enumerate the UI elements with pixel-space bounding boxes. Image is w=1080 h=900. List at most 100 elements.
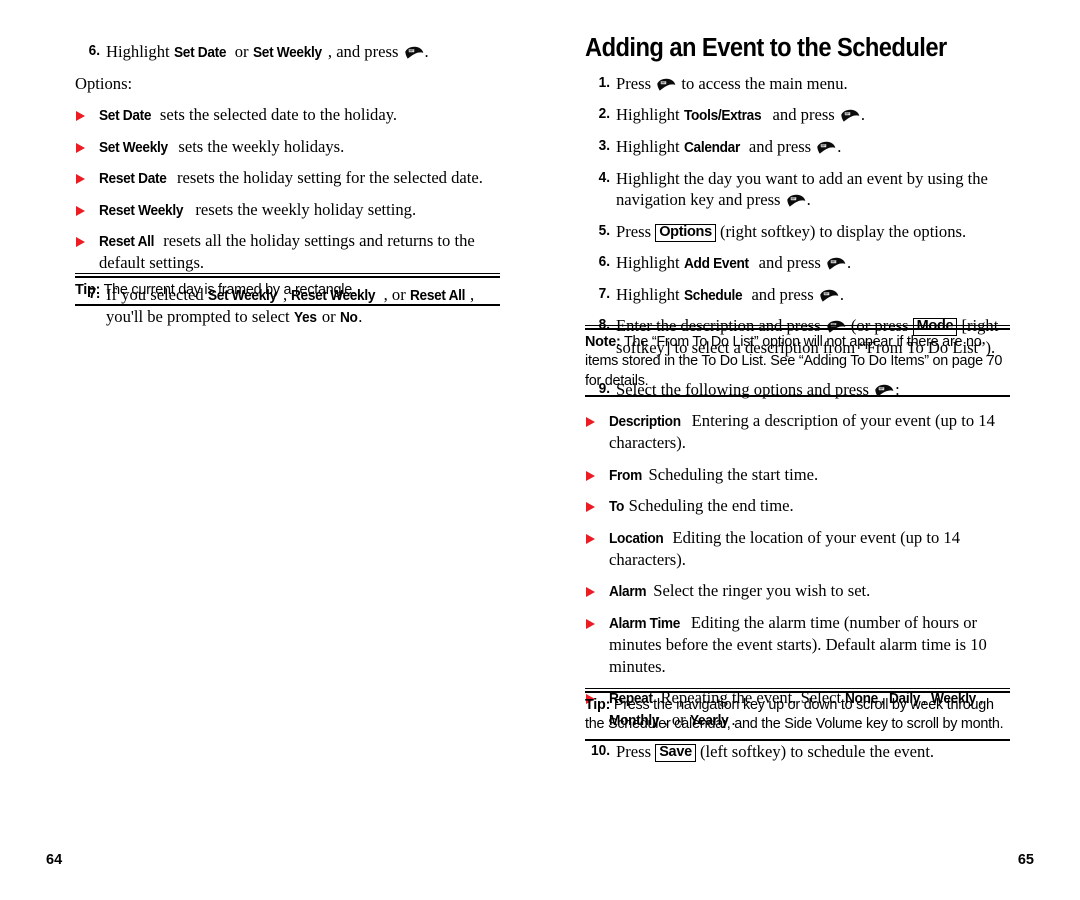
option-term: Set Date — [99, 106, 152, 124]
phone-select-key-icon — [404, 43, 424, 59]
option-desc: Scheduling the start time. — [644, 464, 819, 484]
step-text-mid: and press — [754, 253, 826, 273]
triangle-bullet-icon — [76, 205, 85, 216]
step-text-end: . — [860, 105, 866, 125]
option-term: Set Weekly — [99, 138, 168, 156]
ui-term-yes: Yes — [293, 308, 317, 326]
right-option-item: To Scheduling the end time. — [585, 495, 1010, 517]
step-text-end: . — [806, 190, 811, 210]
option-desc: resets the holiday setting for the selec… — [172, 168, 483, 188]
step-text: Press Save (left softkey) to schedule th… — [616, 741, 935, 763]
right-option-item: Location Editing the location of your ev… — [585, 527, 1010, 571]
step-number: 5. — [598, 221, 610, 239]
option-desc: Scheduling the end time. — [624, 496, 794, 516]
callout-label: Tip: — [585, 697, 611, 713]
step-text-pre: Select the following options and press — [616, 380, 874, 399]
right-step-5: 5. Press Options (right softkey) to disp… — [585, 221, 1010, 243]
right-option-item: Alarm Time Editing the alarm time (numbe… — [585, 612, 1010, 678]
left-option-item: Set Weekly sets the weekly holidays. — [75, 136, 500, 158]
triangle-bullet-icon — [586, 417, 595, 428]
page-number-left: 64 — [46, 852, 63, 868]
step-text-pre: Highlight — [106, 42, 174, 61]
right-step-4: 4. Highlight the day you want to add an … — [585, 168, 1010, 212]
option-desc: resets the weekly holiday setting. — [191, 199, 417, 219]
softkey-save-button[interactable]: Save — [655, 743, 696, 763]
step-text-pre: Highlight — [616, 136, 684, 156]
tip-callout-left: Tip: The current day is framed by a rect… — [75, 272, 500, 307]
option-term: From — [609, 466, 642, 484]
step-text-pre: Press — [616, 74, 656, 94]
right-option-item: Alarm Select the ringer you wish to set. — [585, 580, 1010, 602]
step-number: 9. — [598, 380, 610, 397]
callout-text: The current day is framed by a rectangle… — [100, 282, 356, 298]
step-text: Highlight Calendar and press . — [616, 137, 841, 156]
phone-select-key-icon — [874, 381, 894, 397]
phone-select-key-icon — [840, 106, 860, 123]
right-step-6: 6. Highlight Add Event and press . — [585, 252, 1010, 274]
step-number: 1. — [598, 74, 610, 92]
triangle-bullet-icon — [76, 142, 85, 153]
option-term: Reset Weekly — [99, 201, 184, 219]
triangle-bullet-icon — [76, 110, 85, 121]
triangle-bullet-icon — [76, 237, 85, 248]
step-text-mid: and press — [744, 136, 816, 156]
option-term: Reset Date — [99, 170, 167, 188]
triangle-bullet-icon — [586, 618, 595, 629]
step-text-post: (left softkey) to schedule the event. — [695, 741, 935, 761]
right-page-content: Adding an Event to the Scheduler 1. Pres… — [585, 34, 1010, 369]
step-text-post: (right softkey) to display the options. — [715, 221, 967, 241]
manual-page-spread: 6. Highlight Set Date or Set Weekly , and… — [0, 0, 1080, 900]
options-label: Options: — [75, 73, 133, 93]
step-text-end: . — [839, 284, 844, 304]
step-text-pre: Highlight — [616, 284, 684, 304]
step-text-mid: or — [230, 42, 253, 61]
callout-label: Tip: — [75, 282, 101, 298]
page-number-right: 65 — [1017, 852, 1034, 868]
ui-term-no: No — [339, 308, 358, 326]
option-term: To — [609, 498, 625, 516]
step-number: 4. — [598, 168, 610, 186]
step-text: Highlight the day you want to add an eve… — [616, 169, 988, 210]
left-option-item: Reset Weekly resets the weekly holiday s… — [75, 199, 500, 221]
step-number: 6. — [598, 253, 610, 271]
phone-select-key-icon — [656, 75, 676, 91]
page-title: Adding an Event to the Scheduler — [585, 34, 947, 62]
phone-select-key-icon — [826, 254, 846, 270]
step-text: Highlight Tools/Extras and press . — [616, 105, 865, 124]
right-step-9: 9. Select the following options and pres… — [585, 379, 1010, 401]
softkey-options-button[interactable]: Options — [655, 223, 716, 242]
option-desc: sets the selected date to the holiday. — [155, 104, 398, 124]
right-option-item: Description Entering a description of yo… — [585, 410, 1010, 454]
option-desc: Select the ringer you wish to set. — [649, 581, 871, 601]
option-term: Location — [609, 529, 664, 547]
step-text-pre: Highlight — [616, 105, 684, 125]
step-text: Select the following options and press : — [616, 380, 900, 399]
step-text-end: . — [837, 136, 842, 156]
left-option-item: Reset Date resets the holiday setting fo… — [75, 167, 500, 189]
ui-term-set-date: Set Date — [173, 44, 227, 61]
right-step-3: 3. Highlight Calendar and press . — [585, 136, 1010, 158]
step-text-end: . — [424, 42, 429, 61]
step-text: Press to access the main menu. — [616, 74, 848, 93]
triangle-bullet-icon — [586, 502, 595, 513]
tip-callout-right: Tip: Press the navigation key up or down… — [585, 687, 1010, 741]
phone-select-key-icon — [786, 191, 806, 208]
step-text-pre: Press — [616, 741, 656, 761]
phone-select-key-icon — [816, 138, 836, 154]
step-text-end: : — [895, 380, 900, 399]
option-term: Alarm Time — [609, 614, 681, 632]
step-text: Highlight Schedule and press . — [616, 285, 844, 304]
option-desc: resets all the holiday settings and retu… — [99, 231, 475, 273]
step-text: Press Options (right softkey) to display… — [616, 221, 967, 242]
step-number: 10. — [590, 741, 610, 759]
left-option-item: Reset All resets all the holiday setting… — [75, 230, 500, 274]
right-step-7: 7. Highlight Schedule and press . — [585, 284, 1010, 306]
right-step-2: 2. Highlight Tools/Extras and press . — [585, 104, 1010, 126]
step-text-mid: and press — [768, 105, 839, 125]
triangle-bullet-icon — [76, 174, 85, 185]
callout-label: Note: — [585, 334, 621, 350]
step-text-pre: Press — [616, 221, 656, 241]
step-text-pre: Highlight — [616, 253, 684, 273]
step-number: 7. — [598, 284, 610, 302]
ui-term-tools-extras: Tools/Extras — [683, 107, 762, 125]
